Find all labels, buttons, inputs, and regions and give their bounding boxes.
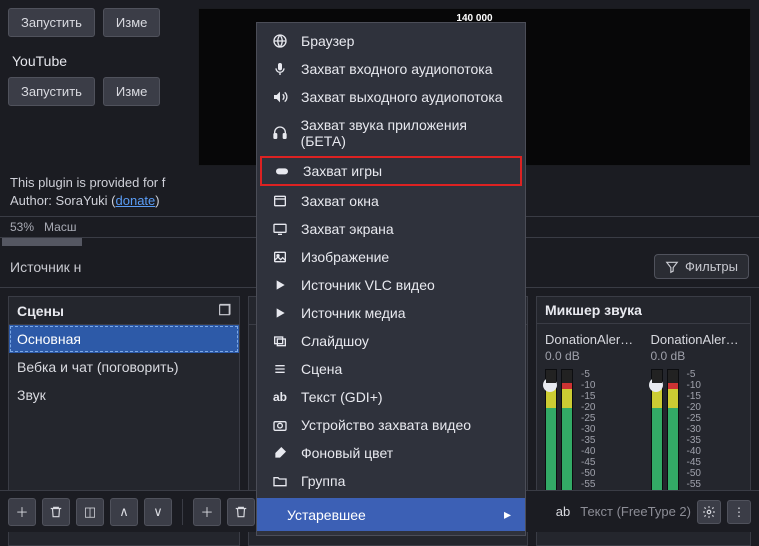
menu-item-deprecated[interactable]: Устаревшее▸ bbox=[257, 498, 525, 531]
menu-item[interactable]: Сцена bbox=[257, 355, 525, 383]
image-icon bbox=[271, 249, 289, 265]
menu-item[interactable]: Изображение bbox=[257, 243, 525, 271]
menu-item[interactable]: Захват окна bbox=[257, 187, 525, 215]
menu-item-label: Браузер bbox=[301, 33, 354, 49]
menu-item[interactable]: Браузер bbox=[257, 27, 525, 55]
db-scale: -5-10-15-20-25-30-35-40-45-50-55-60 bbox=[687, 369, 701, 497]
filter-icon bbox=[665, 260, 679, 274]
menu-item-label: Текст (GDI+) bbox=[301, 389, 383, 405]
menu-item[interactable]: Фоновый цвет bbox=[257, 439, 525, 467]
menu-item[interactable]: Устройство захвата видео bbox=[257, 411, 525, 439]
chevron-right-icon: ▸ bbox=[504, 506, 511, 523]
mixer-title: Микшер звука bbox=[545, 302, 642, 318]
add-source-button[interactable]: ＋ bbox=[193, 498, 221, 526]
menu-item[interactable]: Захват экрана bbox=[257, 215, 525, 243]
channel-db: 0.0 dB bbox=[651, 349, 743, 363]
menu-item-label: Фоновый цвет bbox=[301, 445, 393, 461]
youtube-label: YouTube bbox=[12, 53, 188, 69]
zoom-label: Масш bbox=[44, 220, 76, 234]
donate-link[interactable]: donate bbox=[116, 193, 156, 208]
camera-icon bbox=[271, 417, 289, 433]
globe-icon bbox=[271, 33, 289, 49]
text-source-label: Текст (FreeType 2) bbox=[580, 504, 691, 519]
progress-pct: 53% bbox=[10, 220, 34, 234]
menu-item-label: Захват входного аудиопотока bbox=[301, 61, 492, 77]
level-meter bbox=[667, 369, 679, 497]
source-label: Источник н bbox=[10, 259, 81, 275]
delete-scene-button[interactable] bbox=[42, 498, 70, 526]
menu-item-label: Источник VLC видео bbox=[301, 277, 435, 293]
scene-filter-button[interactable]: ◫ bbox=[76, 498, 104, 526]
play-icon bbox=[271, 277, 289, 293]
mixer-settings-button[interactable] bbox=[697, 500, 721, 524]
scene-item[interactable]: Вебка и чат (поговорить) bbox=[9, 353, 239, 381]
volume-slider-knob[interactable] bbox=[649, 378, 663, 392]
menu-item[interactable]: Захват игры bbox=[260, 156, 522, 186]
filters-button[interactable]: Фильтры bbox=[654, 254, 749, 279]
channel-name: DonationAlerts 2 bbox=[651, 332, 743, 347]
add-scene-button[interactable]: ＋ bbox=[8, 498, 36, 526]
menu-item-label: Захват игры bbox=[303, 163, 382, 179]
display-icon bbox=[271, 221, 289, 237]
menu-item-label: Захват экрана bbox=[301, 221, 394, 237]
edit-button-1[interactable]: Изме bbox=[103, 8, 160, 37]
progress-bar bbox=[2, 238, 82, 246]
slides-icon bbox=[271, 333, 289, 349]
menu-item-label: Источник медиа bbox=[301, 305, 406, 321]
level-meter bbox=[651, 369, 663, 497]
edit-button-2[interactable]: Изме bbox=[103, 77, 160, 106]
brush-icon bbox=[271, 445, 289, 461]
menu-item-label: Захват звука приложения (БЕТА) bbox=[301, 117, 511, 149]
launch-button-2[interactable]: Запустить bbox=[8, 77, 95, 106]
channel-db: 0.0 dB bbox=[545, 349, 637, 363]
menu-item-label: Изображение bbox=[301, 249, 389, 265]
menu-item[interactable]: Группа bbox=[257, 467, 525, 495]
channel-name: DonationAlerts 1 bbox=[545, 332, 637, 347]
menu-item-label: Группа bbox=[301, 473, 345, 489]
menu-item-label: Устройство захвата видео bbox=[301, 417, 471, 433]
mixer-more-button[interactable]: ⋮ bbox=[727, 500, 751, 524]
menu-item-label: Захват выходного аудиопотока bbox=[301, 89, 503, 105]
menu-item[interactable]: Захват входного аудиопотока bbox=[257, 55, 525, 83]
level-meter bbox=[561, 369, 573, 497]
ab-icon: ab bbox=[271, 390, 289, 404]
menu-item[interactable]: Захват звука приложения (БЕТА) bbox=[257, 111, 525, 155]
move-up-button[interactable]: ∧ bbox=[110, 498, 138, 526]
scene-item[interactable]: Звук bbox=[9, 381, 239, 409]
menu-item[interactable]: ab Текст (GDI+) bbox=[257, 383, 525, 411]
move-down-button[interactable]: ∨ bbox=[144, 498, 172, 526]
menu-item[interactable]: Слайдшоу bbox=[257, 327, 525, 355]
menu-item[interactable]: Источник VLC видео bbox=[257, 271, 525, 299]
speaker-icon bbox=[271, 89, 289, 105]
menu-item[interactable]: Захват выходного аудиопотока bbox=[257, 83, 525, 111]
launch-button-1[interactable]: Запустить bbox=[8, 8, 95, 37]
scene-item[interactable]: Основная bbox=[9, 325, 239, 353]
play-icon bbox=[271, 305, 289, 321]
gamepad-icon bbox=[273, 163, 291, 179]
db-scale: -5-10-15-20-25-30-35-40-45-50-55-60 bbox=[581, 369, 595, 497]
menu-item-label: Сцена bbox=[301, 361, 342, 377]
list-icon bbox=[271, 361, 289, 377]
volume-slider-knob[interactable] bbox=[543, 378, 557, 392]
scenes-title: Сцены bbox=[17, 303, 64, 319]
window-icon bbox=[271, 193, 289, 209]
delete-source-button[interactable] bbox=[227, 498, 255, 526]
menu-item-label: Захват окна bbox=[301, 193, 379, 209]
menu-item[interactable]: Источник медиа bbox=[257, 299, 525, 327]
folder-icon bbox=[271, 473, 289, 489]
level-meter bbox=[545, 369, 557, 497]
add-source-context-menu[interactable]: Браузер Захват входного аудиопотока Захват… bbox=[256, 22, 526, 536]
headset-icon bbox=[271, 125, 289, 141]
dock-popout-icon[interactable]: ❐ bbox=[218, 302, 231, 319]
menu-item-label: Слайдшоу bbox=[301, 333, 369, 349]
mic-icon bbox=[271, 61, 289, 77]
